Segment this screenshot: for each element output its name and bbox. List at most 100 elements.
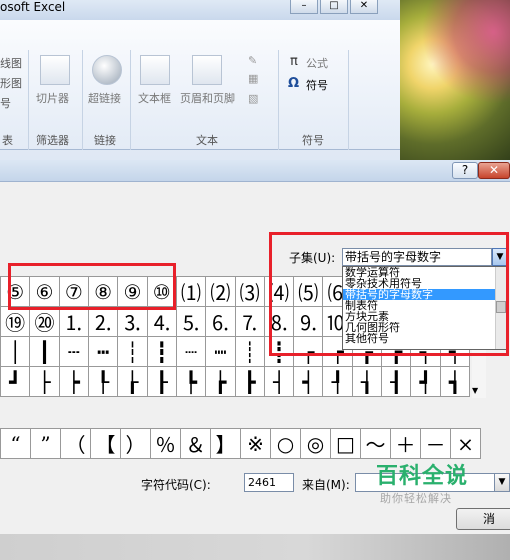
symbol-cell[interactable]: ⒍ bbox=[205, 306, 236, 337]
symbol-grid-row: ┛ ├ ┝ ┞ ┟ ┠ ┡ ┢ ┣ ┤ ┥ ┦ ┧ ┨ ┩ ┪ bbox=[0, 366, 471, 397]
ribbon-separator bbox=[278, 50, 279, 150]
minimize-button[interactable]: – bbox=[290, 0, 318, 14]
header-footer-icon[interactable] bbox=[192, 55, 222, 85]
symbol-cell[interactable]: ┝ bbox=[58, 366, 89, 397]
symbol-cell[interactable]: ┨ bbox=[381, 366, 412, 397]
recent-symbol-cell[interactable]: □ bbox=[330, 428, 361, 459]
recent-symbol-cell[interactable]: ※ bbox=[240, 428, 271, 459]
ribbon-separator bbox=[130, 50, 131, 150]
object-icon[interactable]: ▦ bbox=[248, 72, 258, 85]
ribbon-group-links: 链接 bbox=[94, 134, 116, 147]
excel-title: osoft Excel bbox=[0, 0, 66, 14]
recent-symbol-cell[interactable]: － bbox=[420, 428, 451, 459]
symbol-button[interactable]: 符号 bbox=[306, 77, 328, 93]
recent-symbol-cell[interactable]: ” bbox=[30, 428, 61, 459]
dialog-close-button[interactable]: ✕ bbox=[478, 162, 510, 179]
ribbon-partial-label-1[interactable]: 线图 bbox=[0, 55, 22, 71]
symbol-cell[interactable]: ⒎ bbox=[234, 306, 265, 337]
ribbon-separator bbox=[82, 50, 83, 150]
symbol-cell[interactable]: ┊ bbox=[234, 336, 265, 367]
wordart-icon[interactable]: ▧ bbox=[248, 92, 258, 105]
symbol-cell[interactable]: ⑵ bbox=[205, 276, 236, 307]
symbol-cell[interactable]: ┩ bbox=[410, 366, 441, 397]
symbol-cell[interactable]: ⑴ bbox=[175, 276, 207, 307]
char-code-field[interactable]: 2461 bbox=[244, 473, 294, 492]
symbol-cell[interactable]: ┃ bbox=[29, 336, 60, 367]
symbol-cell[interactable]: ┉ bbox=[205, 336, 236, 367]
recent-symbol-cell[interactable]: ＋ bbox=[390, 428, 421, 459]
recent-symbol-cell[interactable]: ＆ bbox=[180, 428, 211, 459]
recent-symbol-cell[interactable]: ～ bbox=[360, 428, 391, 459]
signature-line-icon[interactable]: ✎ bbox=[248, 54, 257, 67]
recent-symbol-cell[interactable]: ％ bbox=[150, 428, 181, 459]
ribbon-separator bbox=[348, 50, 349, 150]
dialog-titlebar: ? ✕ bbox=[0, 160, 510, 182]
ribbon-partial-label-2[interactable]: 形图 bbox=[0, 75, 22, 91]
symbol-cell[interactable]: ┪ bbox=[439, 366, 471, 397]
watermark: 百科全说 助你轻松解决 bbox=[362, 456, 480, 510]
recent-symbol-cell[interactable]: （ bbox=[60, 428, 91, 459]
ribbon-group-partial: 表 bbox=[2, 134, 13, 147]
symbol-cell[interactable]: ┤ bbox=[263, 366, 295, 397]
highlight-frame-subset bbox=[269, 232, 509, 356]
close-button[interactable]: ✕ bbox=[350, 0, 378, 14]
symbol-cell[interactable]: ⒉ bbox=[87, 306, 119, 337]
symbol-cell[interactable]: ⑲ bbox=[0, 306, 31, 337]
formula-button[interactable]: 公式 bbox=[306, 55, 328, 71]
cancel-button[interactable]: 消 bbox=[456, 508, 510, 530]
hyperlink-icon[interactable] bbox=[92, 55, 122, 85]
symbol-cell[interactable]: ┞ bbox=[87, 366, 119, 397]
from-label: 来自(M): bbox=[302, 478, 350, 492]
recent-symbol-cell[interactable]: ◎ bbox=[300, 428, 331, 459]
recent-symbol-cell[interactable]: 【 bbox=[90, 428, 121, 459]
symbol-cell[interactable]: ⒈ bbox=[58, 306, 89, 337]
maximize-button[interactable]: □ bbox=[320, 0, 348, 14]
slicer-icon[interactable] bbox=[40, 55, 70, 85]
symbol-cell[interactable]: ┈ bbox=[175, 336, 207, 367]
textbox-icon[interactable] bbox=[140, 55, 170, 85]
symbol-cell[interactable]: ┟ bbox=[117, 366, 148, 397]
scroll-down-icon[interactable]: ▼ bbox=[472, 386, 478, 395]
watermark-title: 百科全说 bbox=[376, 464, 469, 489]
symbol-cell[interactable]: ┦ bbox=[322, 366, 353, 397]
hyperlink-button[interactable]: 超链接 bbox=[88, 90, 121, 106]
formula-icon[interactable]: π bbox=[290, 54, 298, 69]
symbol-cell[interactable]: ┠ bbox=[146, 366, 177, 397]
chevron-down-icon[interactable]: ▼ bbox=[494, 473, 510, 492]
watermark-subtitle: 助你轻松解决 bbox=[380, 492, 452, 505]
symbol-cell[interactable]: ┢ bbox=[205, 366, 236, 397]
symbol-cell[interactable]: ├ bbox=[29, 366, 60, 397]
ribbon-group-filter: 筛选器 bbox=[36, 134, 69, 147]
symbol-cell[interactable]: ┇ bbox=[146, 336, 177, 367]
symbol-cell[interactable]: ⑳ bbox=[29, 306, 60, 337]
window-controls: – □ ✕ bbox=[290, 0, 378, 14]
recent-symbol-cell[interactable]: ○ bbox=[270, 428, 301, 459]
symbol-cell[interactable]: ┆ bbox=[117, 336, 148, 367]
ribbon: 线图 形图 号 表 切片器 筛选器 超链接 链接 文本框 页眉和页脚 ✎ ▦ ▧… bbox=[0, 20, 400, 150]
ribbon-group-text: 文本 bbox=[196, 134, 218, 147]
symbol-cell[interactable]: ┛ bbox=[0, 366, 31, 397]
recent-symbol-cell[interactable]: “ bbox=[0, 428, 31, 459]
symbol-cell[interactable]: ⒌ bbox=[175, 306, 207, 337]
help-button[interactable]: ? bbox=[452, 162, 478, 179]
symbol-cell[interactable]: ┧ bbox=[351, 366, 383, 397]
symbol-cell[interactable]: │ bbox=[0, 336, 31, 367]
symbol-cell[interactable]: ┅ bbox=[87, 336, 119, 367]
symbol-cell[interactable]: ┄ bbox=[58, 336, 89, 367]
symbol-cell[interactable]: ┥ bbox=[293, 366, 324, 397]
symbol-cell[interactable]: ┣ bbox=[234, 366, 265, 397]
symbol-cell[interactable]: ⑶ bbox=[234, 276, 265, 307]
header-footer-button[interactable]: 页眉和页脚 bbox=[180, 90, 235, 106]
excel-window: osoft Excel – □ ✕ 线图 形图 号 表 切片器 筛选器 超链接 … bbox=[0, 0, 510, 160]
symbol-cell[interactable]: ┡ bbox=[175, 366, 207, 397]
recent-symbol-cell[interactable]: × bbox=[450, 428, 481, 459]
symbol-cell[interactable]: ⒊ bbox=[117, 306, 148, 337]
recent-symbol-cell[interactable]: ） bbox=[120, 428, 151, 459]
symbol-icon[interactable]: Ω bbox=[288, 76, 299, 91]
recent-symbol-cell[interactable]: 】 bbox=[210, 428, 241, 459]
ribbon-partial-label-3[interactable]: 号 bbox=[0, 95, 11, 111]
symbol-cell[interactable]: ⒋ bbox=[146, 306, 177, 337]
textbox-button[interactable]: 文本框 bbox=[138, 90, 171, 106]
slicer-button[interactable]: 切片器 bbox=[36, 90, 69, 106]
highlight-frame-symbols bbox=[8, 263, 176, 310]
